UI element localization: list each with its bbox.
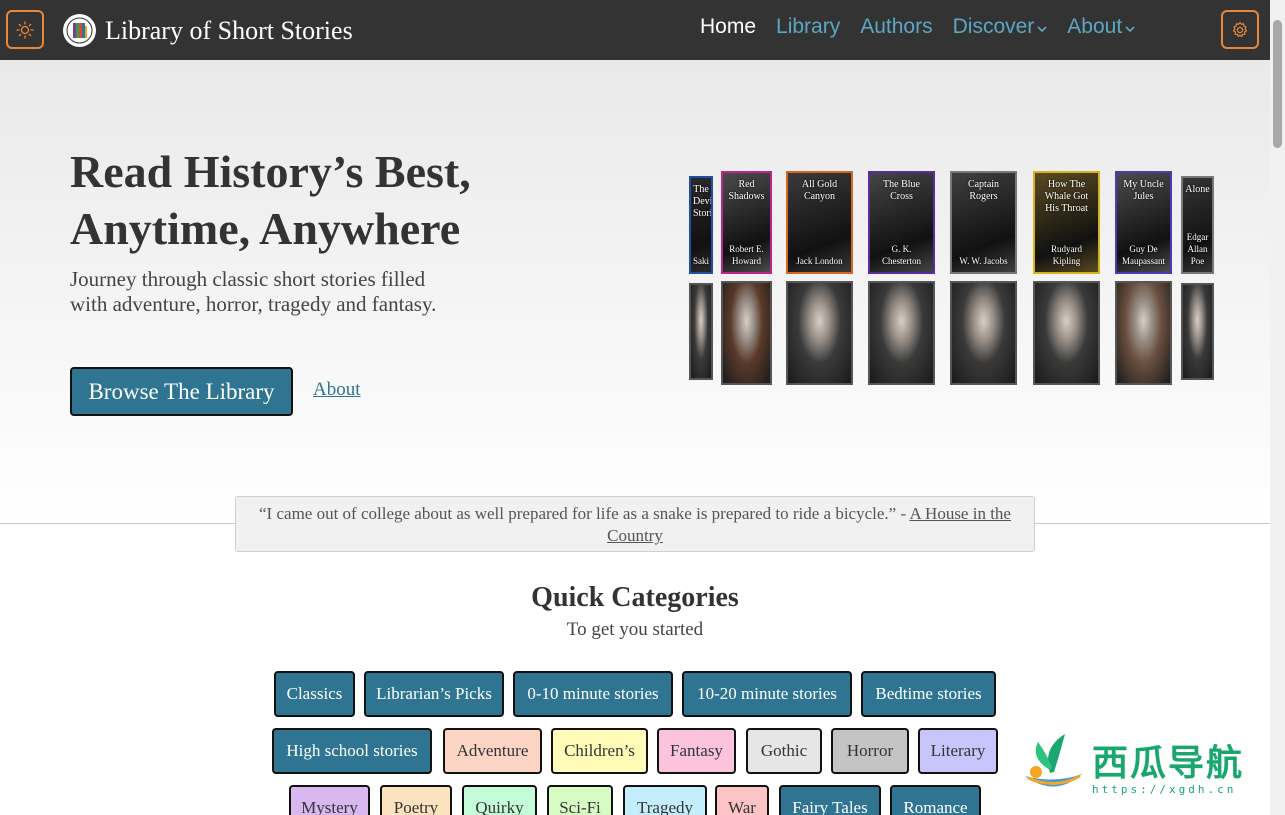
nav-discover-label: Discover bbox=[952, 15, 1035, 38]
book-cover[interactable]: Red Shadows Robert E. Howard bbox=[721, 171, 772, 274]
book-author: Robert E. Howard bbox=[729, 244, 764, 266]
category-button[interactable]: Mystery bbox=[289, 785, 370, 815]
hero-subtitle: Journey through classic short stories fi… bbox=[70, 267, 437, 316]
hero-title: Read History’s Best, Anytime, Anywhere bbox=[70, 146, 471, 254]
library-logo-icon bbox=[63, 14, 96, 47]
book-author: Jack London bbox=[796, 256, 843, 266]
book-author: Saki bbox=[693, 256, 710, 266]
book-cover[interactable]: Captain Rogers W. W. Jacobs bbox=[950, 171, 1017, 274]
author-portrait[interactable] bbox=[721, 281, 772, 385]
book-title: How The Whale Got His Throat bbox=[1044, 179, 1089, 214]
book-cover[interactable]: The Devil's Stories Saki bbox=[689, 176, 713, 274]
watermark-logo: 西瓜导航 https://xgdh.cn bbox=[1020, 728, 1265, 803]
category-button[interactable]: Adventure bbox=[443, 728, 542, 774]
category-button[interactable]: Romance bbox=[890, 785, 981, 815]
watermelon-leaf-icon bbox=[1025, 734, 1082, 787]
author-portrait[interactable] bbox=[689, 283, 713, 380]
nav-about-label: About bbox=[1067, 15, 1123, 38]
book-title: Captain Rogers bbox=[967, 179, 1000, 202]
category-button[interactable]: Fantasy bbox=[657, 728, 736, 774]
category-button[interactable]: Classics bbox=[274, 671, 355, 717]
quick-categories-title: Quick Categories bbox=[531, 582, 739, 613]
watermark-text: 西瓜导航 bbox=[1092, 743, 1245, 784]
nav-home[interactable]: Home bbox=[700, 15, 756, 39]
quote-text: “I came out of college about as well pre… bbox=[259, 504, 910, 523]
category-button[interactable]: 10-20 minute stories bbox=[682, 671, 852, 717]
author-portrait[interactable] bbox=[1033, 281, 1100, 385]
book-title: My Uncle Jules bbox=[1123, 179, 1164, 202]
brand-title: Library of Short Stories bbox=[105, 15, 353, 45]
nav-home-label: Home bbox=[700, 15, 757, 38]
category-button[interactable]: Tragedy bbox=[623, 785, 707, 815]
quote-box: “I came out of college about as well pre… bbox=[235, 496, 1035, 552]
nav-library[interactable]: Library bbox=[776, 15, 840, 39]
category-button[interactable]: Literary bbox=[918, 728, 998, 774]
category-button[interactable]: Poetry bbox=[380, 785, 452, 815]
theme-toggle-button[interactable] bbox=[6, 10, 44, 49]
author-portrait[interactable] bbox=[786, 281, 853, 385]
about-link[interactable]: About bbox=[313, 379, 361, 401]
category-button[interactable]: Children’s bbox=[551, 728, 648, 774]
book-title: The Blue Cross bbox=[883, 179, 920, 202]
nav-discover-dropdown[interactable]: Discover bbox=[953, 15, 1048, 39]
gear-icon bbox=[1232, 21, 1248, 37]
chevron-down-icon bbox=[1037, 25, 1047, 32]
category-button[interactable]: Bedtime stories bbox=[861, 671, 996, 717]
quick-categories-subtitle: To get you started bbox=[566, 619, 704, 640]
category-button[interactable]: War bbox=[715, 785, 769, 815]
category-button[interactable]: Sci-Fi bbox=[547, 785, 613, 815]
book-title: Red Shadows bbox=[728, 179, 765, 202]
author-portrait[interactable] bbox=[950, 281, 1017, 385]
book-title: All Gold Canyon bbox=[801, 179, 838, 202]
category-button[interactable]: Quirky bbox=[462, 785, 537, 815]
nav-library-label: Library bbox=[776, 15, 841, 38]
book-cover[interactable]: All Gold Canyon Jack London bbox=[786, 171, 853, 274]
scrollbar-thumb[interactable] bbox=[1273, 20, 1282, 148]
main-nav: Home Library Authors Discover About bbox=[700, 15, 1155, 39]
book-author: Rudyard Kipling bbox=[1051, 244, 1082, 266]
book-cover[interactable]: The Blue Cross G. K. Chesterton bbox=[868, 171, 935, 274]
category-button[interactable]: 0-10 minute stories bbox=[513, 671, 673, 717]
book-title: Alone bbox=[1185, 184, 1210, 195]
book-author: G. K. Chesterton bbox=[882, 244, 921, 266]
book-author: Guy De Maupassant bbox=[1122, 244, 1165, 266]
author-portrait[interactable] bbox=[868, 281, 935, 385]
category-button[interactable]: Librarian’s Picks bbox=[364, 671, 504, 717]
browse-library-button[interactable]: Browse The Library bbox=[70, 367, 293, 416]
brand-link[interactable]: Library of Short Stories bbox=[63, 14, 353, 47]
nav-authors-label: Authors bbox=[860, 15, 933, 38]
category-button[interactable]: High school stories bbox=[272, 728, 432, 774]
book-author: W. W. Jacobs bbox=[959, 256, 1008, 266]
book-cover[interactable]: Alone Edgar Allan Poe bbox=[1181, 176, 1214, 274]
watermark-url: https://xgdh.cn bbox=[1092, 783, 1237, 796]
page-scrollbar[interactable] bbox=[1270, 0, 1285, 815]
nav-about-dropdown[interactable]: About bbox=[1067, 15, 1135, 39]
category-button[interactable]: Horror bbox=[831, 728, 909, 774]
author-portrait[interactable] bbox=[1115, 281, 1172, 385]
chevron-down-icon bbox=[1125, 25, 1135, 32]
author-portrait[interactable] bbox=[1181, 283, 1214, 380]
settings-button[interactable] bbox=[1221, 10, 1259, 49]
nav-authors[interactable]: Authors bbox=[860, 15, 932, 39]
book-title: The Devil's Stories bbox=[693, 184, 713, 219]
book-cover[interactable]: My Uncle Jules Guy De Maupassant bbox=[1115, 171, 1172, 274]
sun-icon bbox=[16, 20, 34, 39]
book-author: Edgar Allan Poe bbox=[1186, 232, 1209, 266]
category-button[interactable]: Fairy Tales bbox=[779, 785, 881, 815]
book-cover[interactable]: How The Whale Got His Throat Rudyard Kipl… bbox=[1033, 171, 1100, 274]
top-navbar: Library of Short Stories Home Library Au… bbox=[0, 0, 1270, 60]
category-button[interactable]: Gothic bbox=[746, 728, 822, 774]
